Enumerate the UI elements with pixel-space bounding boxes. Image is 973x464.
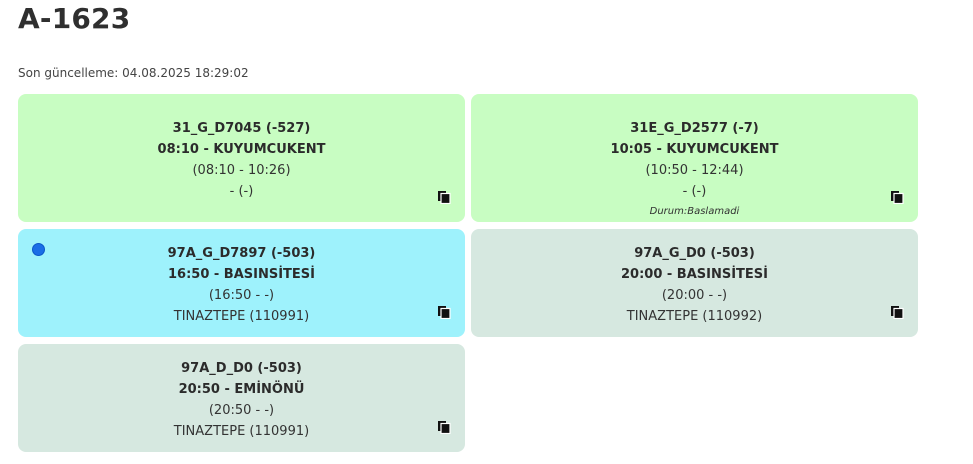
trip-departure: 20:50 - EMİNÖNÜ xyxy=(178,382,305,397)
trip-time-range: (16:50 - -) xyxy=(208,288,275,303)
active-dot xyxy=(32,243,45,256)
trip-destination: TINAZTEPE (110992) xyxy=(626,309,763,324)
copy-icon[interactable] xyxy=(437,190,451,204)
page-title: A-1623 xyxy=(18,2,131,35)
trip-card[interactable]: 97A_D_D0 (-503) 20:50 - EMİNÖNÜ (20:50 -… xyxy=(18,344,465,452)
trip-card[interactable]: 97A_G_D0 (-503) 20:00 - BASINSİTESİ (20:… xyxy=(471,229,918,337)
trip-departure: 10:05 - KUYUMCUKENT xyxy=(610,142,779,157)
trip-code: 97A_G_D0 (-503) xyxy=(634,246,755,261)
trip-time-range: (20:50 - -) xyxy=(208,403,275,418)
trip-time-range: (08:10 - 10:26) xyxy=(192,163,291,178)
trip-departure: 20:00 - BASINSİTESİ xyxy=(620,267,769,282)
copy-icon[interactable] xyxy=(437,305,451,319)
copy-icon[interactable] xyxy=(890,190,904,204)
trip-card[interactable]: 31E_G_D2577 (-7) 10:05 - KUYUMCUKENT (10… xyxy=(471,94,918,222)
trip-destination: - (-) xyxy=(682,184,707,199)
trip-destination: - (-) xyxy=(229,184,254,199)
trip-code: 31E_G_D2577 (-7) xyxy=(630,121,759,136)
trip-card[interactable]: 31_G_D7045 (-527) 08:10 - KUYUMCUKENT (0… xyxy=(18,94,465,222)
trip-time-range: (10:50 - 12:44) xyxy=(645,163,744,178)
trip-departure: 16:50 - BASINSİTESİ xyxy=(167,267,316,282)
trip-card-active[interactable]: 97A_G_D7897 (-503) 16:50 - BASINSİTESİ (… xyxy=(18,229,465,337)
page: A-1623 Son güncelleme: 04.08.2025 18:29:… xyxy=(0,0,973,464)
trip-time-range: (20:00 - -) xyxy=(661,288,728,303)
trip-status: Durum:Baslamadi xyxy=(649,206,740,217)
trip-destination: TINAZTEPE (110991) xyxy=(173,424,310,439)
trip-destination: TINAZTEPE (110991) xyxy=(173,309,310,324)
copy-icon[interactable] xyxy=(890,305,904,319)
trip-code: 31_G_D7045 (-527) xyxy=(172,121,311,136)
trip-code: 97A_G_D7897 (-503) xyxy=(167,246,316,261)
copy-icon[interactable] xyxy=(437,420,451,434)
last-updated-text: Son güncelleme: 04.08.2025 18:29:02 xyxy=(18,66,249,80)
trip-code: 97A_D_D0 (-503) xyxy=(181,361,302,376)
trip-cards-grid: 31_G_D7045 (-527) 08:10 - KUYUMCUKENT (0… xyxy=(18,94,918,452)
trip-departure: 08:10 - KUYUMCUKENT xyxy=(157,142,326,157)
